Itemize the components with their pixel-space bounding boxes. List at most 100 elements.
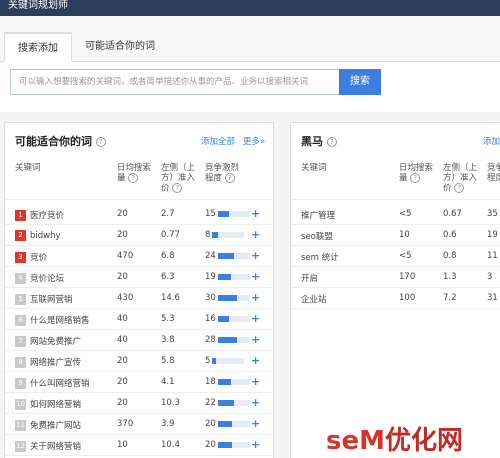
table-row-keyword: 4 竞价论坛 (15, 272, 64, 284)
help-icon[interactable]: ? (172, 183, 183, 193)
more-link[interactable]: 更多» (243, 135, 265, 147)
row-divider (5, 413, 273, 414)
row-divider (291, 287, 500, 288)
add-keyword-icon[interactable]: + (251, 270, 260, 283)
row-divider (5, 224, 273, 225)
table-row-competition: 35 (487, 209, 498, 219)
table-row-avg: 40 (117, 335, 128, 345)
table-row-avg: 20 (117, 377, 128, 387)
table-row-keyword: seo联盟 (301, 232, 333, 242)
watermark-logo: seM优化网 (326, 420, 463, 457)
keyword-text: 什么是网络销售 (30, 316, 90, 326)
row-divider (5, 287, 273, 288)
competition-bar-fill (217, 315, 229, 322)
add-keyword-icon[interactable]: + (251, 333, 260, 346)
table-row-competition: 24 (205, 251, 250, 261)
competition-value: 20 (205, 419, 216, 429)
tab-search-add[interactable]: 搜索添加 (4, 32, 72, 62)
table-row-avg: 370 (117, 419, 134, 429)
table-row-bid: 10.3 (161, 398, 180, 408)
search-button[interactable]: 搜索 (339, 69, 381, 95)
table-row-avg: 10 (117, 440, 128, 450)
rank-badge: 3 (15, 252, 26, 263)
table-row-bid: 0.77 (161, 230, 180, 240)
competition-bar-fill (217, 441, 232, 448)
keyword-text: 什么叫网络营销 (30, 379, 90, 389)
table-row-keyword: 10 如何网络营销 (15, 398, 81, 410)
search-input[interactable]: 可以输入想要搜索的关键词，或者简单描述你从事的产品、业务以搜索相关词 (10, 69, 340, 95)
table-row-bid: 6.8 (161, 251, 175, 261)
competition-bar (217, 273, 250, 280)
table-row-keyword: 企业站 (301, 295, 327, 305)
table-row-bid: 10.4 (161, 440, 180, 450)
table-row-competition: 15 (205, 209, 250, 219)
table-row-keyword: 2 bidwhy (15, 230, 61, 241)
keyword-text: 互联网营销 (30, 295, 73, 305)
add-keyword-icon[interactable]: + (251, 207, 260, 220)
header-divider (291, 199, 500, 200)
rank-badge: 5 (15, 294, 26, 305)
table-row-keyword: 11 免费推广网站 (15, 419, 81, 431)
add-keyword-icon[interactable]: + (251, 354, 260, 367)
table-row-competition: 20 (205, 419, 250, 429)
panel-title-text: 黑马 (301, 135, 323, 148)
competition-value: 15 (205, 209, 216, 219)
table-row-keyword: 9 什么叫网络营销 (15, 377, 90, 389)
table-row-bid: 0.67 (443, 209, 462, 219)
tab-suggested-words[interactable]: 可能适合你的词 (72, 32, 168, 62)
col-competition: 竞争激烈程度 ? (205, 163, 245, 184)
keyword-text: 网站免费推广 (30, 337, 82, 347)
add-keyword-icon[interactable]: + (251, 396, 260, 409)
table-row-keyword: 7 网站免费推广 (15, 335, 81, 347)
add-keyword-icon[interactable]: + (251, 438, 260, 451)
table-row-competition: 31 (487, 293, 498, 303)
row-divider (5, 371, 273, 372)
keyword-text: 如何网络营销 (30, 400, 82, 410)
help-icon[interactable]: ? (128, 173, 139, 183)
table-row-competition: 8 (205, 230, 245, 240)
help-icon[interactable]: ? (326, 137, 337, 147)
rank-badge: 4 (15, 273, 26, 284)
help-icon[interactable]: ? (95, 137, 106, 147)
add-keyword-icon[interactable]: + (251, 417, 260, 430)
row-divider (5, 245, 273, 246)
table-row-bid: 1.3 (443, 272, 457, 282)
add-link[interactable]: 添加 (483, 135, 500, 147)
competition-bar-fill (217, 294, 237, 301)
rank-badge: 7 (15, 336, 26, 347)
competition-bar-fill (212, 231, 219, 238)
add-keyword-icon[interactable]: + (251, 291, 260, 304)
competition-value: 28 (205, 335, 216, 345)
watermark-text-b: 优化网 (384, 426, 463, 456)
table-row-competition: 22 (205, 398, 250, 408)
keyword-text: 免费推广网站 (30, 421, 82, 431)
dark-horse-panel: 黑马 ? 添加 关键词 日均搜索量 ? 左侧（上方）准入价 ? 竞争激烈程度 推… (290, 122, 500, 458)
add-keyword-icon[interactable]: + (251, 228, 260, 241)
table-row-competition: 19 (487, 230, 498, 240)
table-row-bid: 5.8 (161, 356, 175, 366)
competition-bar-fill (217, 420, 232, 427)
table-row-competition: 5 (205, 356, 245, 366)
col-competition: 竞争激烈程度 (487, 163, 500, 183)
table-row-bid: 3.8 (161, 335, 175, 345)
table-row-bid: 2.7 (161, 209, 175, 219)
add-keyword-icon[interactable]: + (251, 249, 260, 262)
col-avg-search: 日均搜索量 ? (117, 163, 157, 184)
add-keyword-icon[interactable]: + (251, 375, 260, 388)
table-row-bid: 0.8 (443, 251, 457, 261)
suggested-words-panel: 可能适合你的词 ? 添加全部 更多» 关键词 日均搜索量 ? 左侧（上方）准入价… (4, 122, 274, 458)
col-keyword: 关键词 (15, 163, 41, 173)
help-icon[interactable]: ? (224, 173, 235, 183)
table-row-keyword: 8 网络推广宣传 (15, 356, 81, 368)
help-icon[interactable]: ? (410, 173, 421, 183)
competition-bar (212, 357, 245, 364)
watermark-text-a: seM (326, 426, 385, 456)
competition-value: 24 (205, 251, 216, 261)
table-row-keyword: sem 统计 (301, 253, 339, 263)
competition-value: 18 (205, 377, 216, 387)
add-keyword-icon[interactable]: + (251, 312, 260, 325)
table-row-bid: 0.6 (443, 230, 457, 240)
table-row-keyword: 推广管理 (301, 211, 336, 221)
add-all-link[interactable]: 添加全部 (201, 135, 235, 147)
help-icon[interactable]: ? (454, 183, 465, 193)
